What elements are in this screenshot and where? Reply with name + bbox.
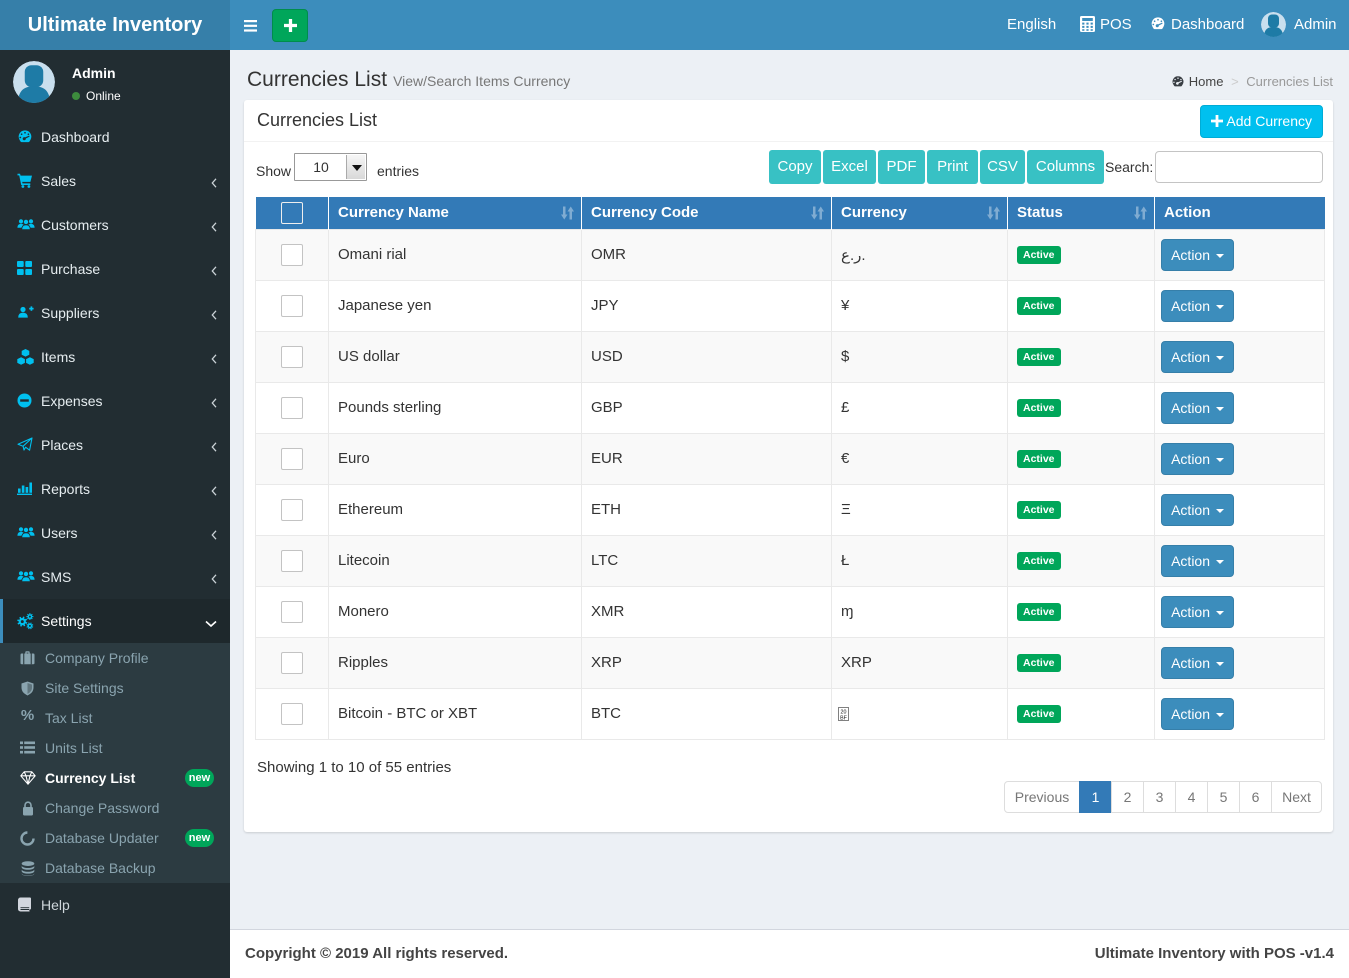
- svg-text:BF: BF: [840, 715, 848, 721]
